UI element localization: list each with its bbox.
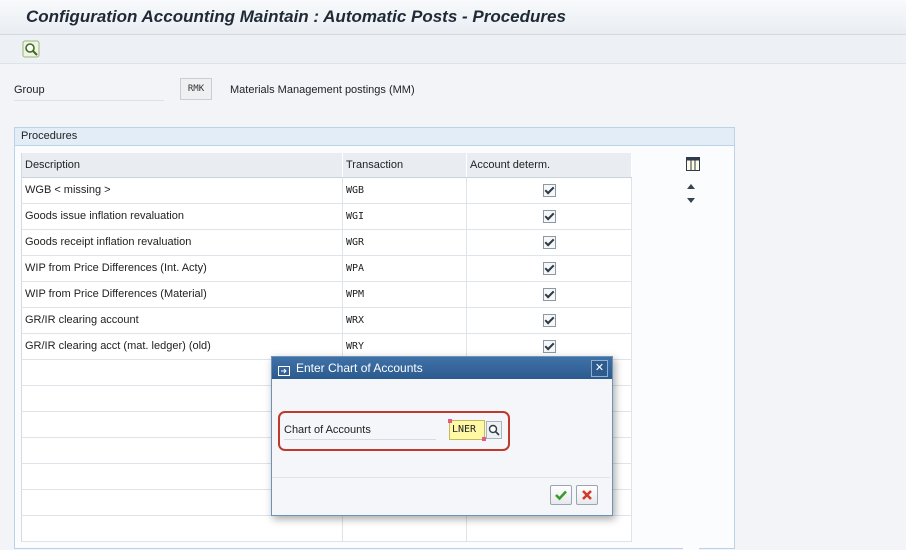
table-row[interactable]: WIP from Price Differences (Int. Acty) W… — [22, 256, 632, 282]
cell-description: Goods receipt inflation revaluation — [22, 230, 343, 255]
account-determ-checkbox[interactable] — [542, 339, 556, 353]
cell-account-determ — [467, 256, 632, 281]
search-help-icon[interactable] — [486, 421, 502, 439]
table-header: Description Transaction Account determ. — [22, 153, 632, 178]
cell-transaction: WRX — [343, 308, 467, 333]
empty-cell — [343, 516, 467, 541]
dialog-separator — [272, 477, 610, 478]
confirm-button[interactable] — [550, 485, 572, 505]
group-description: Materials Management postings (MM) — [230, 84, 415, 96]
column-header-transaction[interactable]: Transaction — [343, 153, 467, 177]
cell-account-determ — [467, 308, 632, 333]
column-header-description[interactable]: Description — [22, 153, 343, 177]
cell-transaction: WGR — [343, 230, 467, 255]
chart-of-accounts-label: Chart of Accounts — [284, 424, 436, 440]
cell-transaction: WPA — [343, 256, 467, 281]
vertical-scrollbar[interactable] — [683, 180, 699, 550]
account-determ-checkbox[interactable] — [542, 313, 556, 327]
account-determ-checkbox[interactable] — [542, 235, 556, 249]
chart-of-accounts-dialog: Enter Chart of Accounts ✕ Chart of Accou… — [271, 356, 613, 516]
group-label: Group — [14, 84, 164, 101]
cell-description: WGB < missing > — [22, 178, 343, 203]
cell-description: GR/IR clearing account — [22, 308, 343, 333]
cell-account-determ — [467, 178, 632, 203]
toolbar — [0, 35, 906, 64]
cell-transaction: WGI — [343, 204, 467, 229]
table-row[interactable]: GR/IR clearing account WRX — [22, 308, 632, 334]
account-determ-checkbox[interactable] — [542, 209, 556, 223]
cell-description: WIP from Price Differences (Int. Acty) — [22, 256, 343, 281]
empty-cell — [22, 516, 343, 541]
dialog-window-icon — [278, 362, 290, 376]
dialog-title-bar: Enter Chart of Accounts ✕ — [272, 357, 612, 379]
empty-cell — [467, 516, 632, 541]
table-row[interactable]: WGB < missing > WGB — [22, 178, 632, 204]
procedures-header: Procedures — [15, 128, 734, 146]
cell-transaction: WGB — [343, 178, 467, 203]
close-icon[interactable]: ✕ — [591, 360, 608, 377]
checkmark-icon — [555, 490, 567, 501]
cell-description: Goods issue inflation revaluation — [22, 204, 343, 229]
table-row[interactable]: WIP from Price Differences (Material) WP… — [22, 282, 632, 308]
chart-of-accounts-input[interactable]: LNER — [448, 419, 486, 441]
account-determ-checkbox[interactable] — [542, 287, 556, 301]
cell-account-determ — [467, 204, 632, 229]
cell-account-determ — [467, 230, 632, 255]
dialog-title: Enter Chart of Accounts — [296, 361, 423, 375]
cancel-button[interactable] — [576, 485, 598, 505]
scroll-up-icon[interactable] — [687, 184, 695, 189]
cell-transaction: WPM — [343, 282, 467, 307]
column-header-account-determ[interactable]: Account determ. — [467, 153, 632, 177]
cancel-x-icon — [582, 490, 592, 500]
column-settings-icon[interactable] — [686, 157, 700, 171]
title-bar: Configuration Accounting Maintain : Auto… — [0, 0, 906, 35]
table-row[interactable]: Goods issue inflation revaluation WGI — [22, 204, 632, 230]
group-code-field[interactable]: RMK — [180, 78, 212, 100]
scroll-down-icon[interactable] — [687, 198, 695, 203]
magnifier-icon[interactable] — [22, 40, 40, 58]
account-determ-checkbox[interactable] — [542, 183, 556, 197]
account-determ-checkbox[interactable] — [542, 261, 556, 275]
page-title: Configuration Accounting Maintain : Auto… — [26, 7, 566, 26]
cell-description: WIP from Price Differences (Material) — [22, 282, 343, 307]
table-row[interactable]: Goods receipt inflation revaluation WGR — [22, 230, 632, 256]
empty-row[interactable] — [22, 516, 632, 542]
cell-account-determ — [467, 282, 632, 307]
